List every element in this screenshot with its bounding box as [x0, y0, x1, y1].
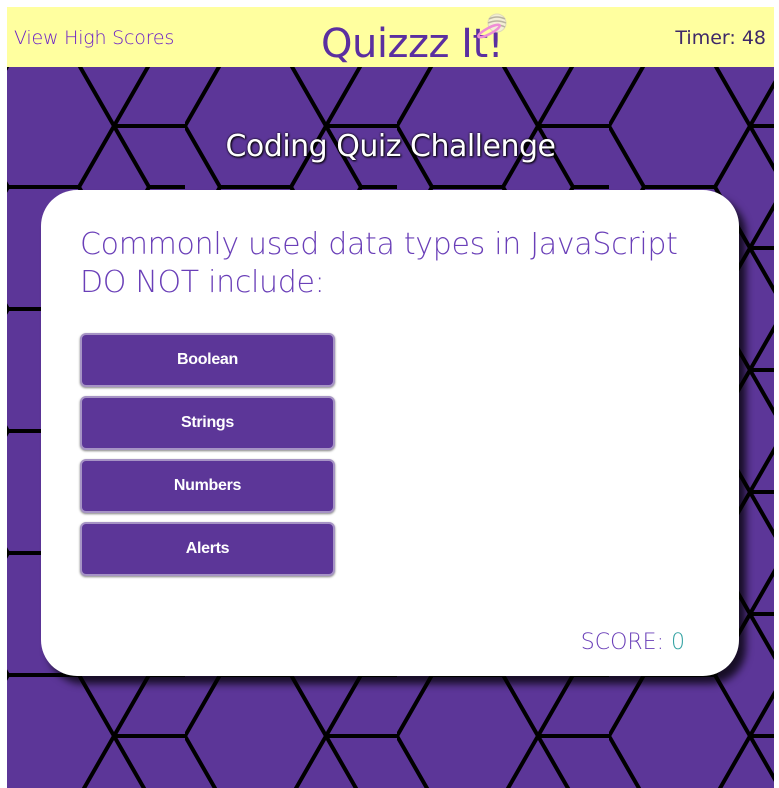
question-text: Commonly used data types in JavaScript D… [80, 227, 678, 300]
answer-button-numbers[interactable]: Numbers [80, 459, 335, 513]
view-high-scores-link[interactable]: View High Scores [14, 27, 174, 49]
answer-button-strings[interactable]: Strings [80, 396, 335, 450]
score-value: 0 [671, 630, 685, 655]
quiz-heading: Coding Quiz Challenge [225, 129, 556, 164]
answer-button-boolean[interactable]: Boolean [80, 333, 335, 387]
timer-display: Timer: 48 [675, 27, 766, 49]
app-frame: View High Scores Quizzz It! Timer: 48 Co… [7, 7, 774, 788]
answer-button-alerts[interactable]: Alerts [80, 522, 335, 576]
answer-list: Boolean Strings Numbers Alerts [80, 333, 335, 585]
header-bar: View High Scores Quizzz It! Timer: 48 [7, 7, 774, 67]
score-label: SCORE: [580, 630, 664, 655]
score-display: SCORE: 0 [581, 630, 685, 655]
ringed-planet-icon [475, 9, 509, 43]
question-card: Commonly used data types in JavaScript D… [41, 190, 739, 676]
